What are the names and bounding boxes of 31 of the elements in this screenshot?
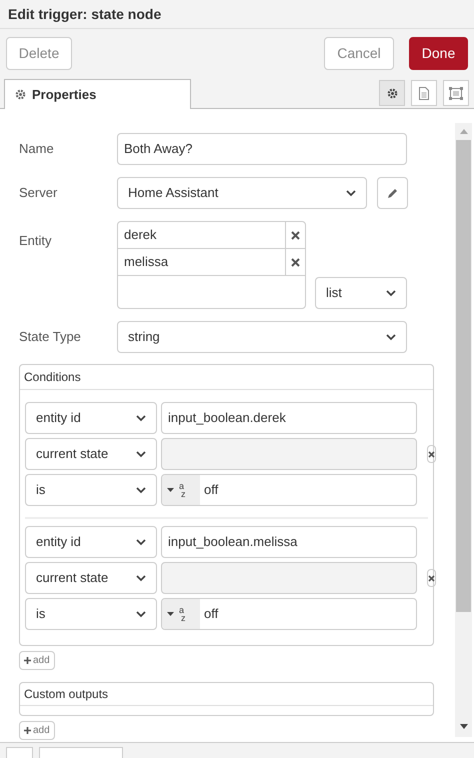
entity-tag: derek <box>118 222 285 248</box>
add-button[interactable]: add <box>19 651 55 670</box>
value-text[interactable]: off <box>200 480 218 500</box>
name-input[interactable]: Both Away? <box>117 133 407 165</box>
field-label: Name <box>19 141 54 156</box>
dialog-button[interactable]: Delete <box>6 37 72 70</box>
type-button[interactable]: a z <box>162 599 200 629</box>
property-select[interactable]: entity id <box>25 402 157 434</box>
done-button[interactable]: Done <box>409 37 468 70</box>
tab[interactable]: Properties <box>4 79 191 109</box>
property-select[interactable]: current state <box>25 562 157 594</box>
property-select[interactable]: current state <box>25 438 157 470</box>
window-title: Edit trigger: state node <box>8 4 162 24</box>
field-label: Entity <box>19 233 52 248</box>
property-select[interactable]: is <box>25 598 157 630</box>
value-input[interactable]: input_boolean.derek <box>161 402 417 434</box>
state-type-select[interactable]: string <box>117 321 407 353</box>
panel-title: Conditions <box>24 369 81 386</box>
dialog-button[interactable]: Cancel <box>324 37 394 70</box>
add-button[interactable]: add <box>19 721 55 740</box>
entity-tag: melissa <box>118 249 285 275</box>
mode-select[interactable]: list <box>315 277 407 309</box>
value-text[interactable]: off <box>200 604 218 624</box>
type-button[interactable]: a z <box>162 475 200 505</box>
property-select[interactable]: entity id <box>25 526 157 558</box>
value-input[interactable]: input_boolean.melissa <box>161 526 417 558</box>
panel-title: Custom outputs <box>24 686 108 703</box>
property-select[interactable]: is <box>25 474 157 506</box>
server-select[interactable]: Home Assistant <box>117 177 367 209</box>
field-label: State Type <box>19 329 81 344</box>
field-label: Server <box>19 185 58 200</box>
